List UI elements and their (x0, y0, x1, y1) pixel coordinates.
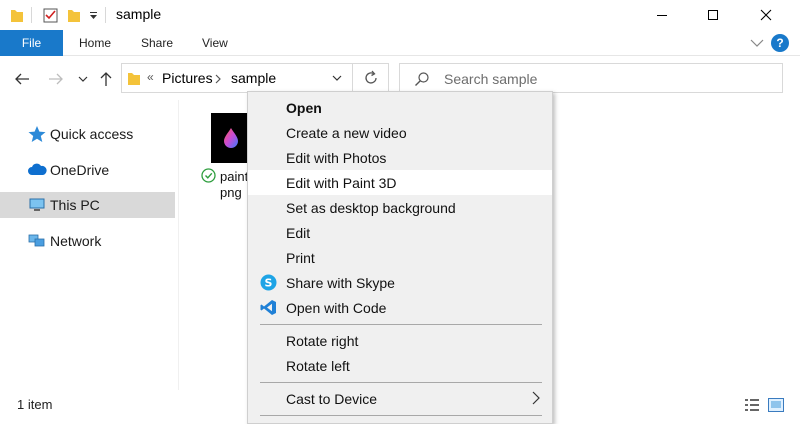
refresh-button[interactable] (353, 63, 389, 93)
arrow-right-icon (49, 73, 63, 85)
chevron-down-icon[interactable] (332, 75, 342, 83)
sync-status-icon (201, 168, 216, 183)
folder-icon (128, 73, 140, 85)
customize-toolbar-icon[interactable] (89, 6, 99, 24)
computer-icon (29, 198, 45, 211)
toolbar-divider (105, 7, 106, 23)
address-bar[interactable]: « Pictures sample (121, 63, 353, 93)
pane-divider (178, 100, 179, 390)
chevron-right-icon (215, 74, 221, 84)
breadcrumb-pictures[interactable]: Pictures (162, 70, 213, 86)
menu-item-create-video[interactable]: Create a new video (248, 120, 552, 145)
chevron-right-icon (532, 391, 540, 405)
menu-item-rotate-left[interactable]: Rotate left (248, 353, 552, 378)
details-view-icon[interactable] (743, 397, 761, 413)
tab-share[interactable]: Share (141, 30, 173, 56)
properties-icon[interactable] (43, 6, 59, 24)
file-name-line1[interactable]: paint (220, 168, 248, 186)
menu-separator (260, 415, 542, 416)
minimize-button[interactable] (639, 0, 685, 30)
chevron-down-icon (78, 76, 88, 82)
title-bar: sample (0, 0, 800, 30)
menu-item-open-code[interactable]: Open with Code (248, 295, 552, 320)
refresh-icon (364, 70, 377, 84)
arrow-left-icon (15, 73, 29, 85)
menu-item-print[interactable]: Print (248, 245, 552, 270)
search-placeholder: Search sample (444, 71, 538, 87)
tab-view[interactable]: View (202, 30, 228, 56)
network-icon (28, 234, 45, 247)
menu-item-edit-paint3d[interactable]: Edit with Paint 3D (248, 170, 552, 195)
large-icons-view-icon[interactable] (767, 397, 785, 413)
vscode-icon (260, 300, 276, 315)
menu-item-cast-device[interactable]: Cast to Device (248, 386, 552, 411)
menu-item-rotate-right[interactable]: Rotate right (248, 328, 552, 353)
maximize-icon (708, 10, 718, 20)
nav-item-onedrive[interactable]: OneDrive (0, 157, 175, 183)
navigation-pane: Quick access OneDrive This PC Network (0, 112, 178, 392)
context-menu: Open Create a new video Edit with Photos… (247, 91, 553, 424)
recent-locations-button[interactable] (71, 66, 95, 92)
minimize-icon (657, 15, 667, 16)
forward-button[interactable] (44, 66, 68, 92)
arrow-up-icon (100, 72, 112, 86)
window-title: sample (116, 6, 162, 22)
maximize-button[interactable] (690, 0, 736, 30)
file-thumbnail[interactable] (211, 113, 251, 163)
menu-item-edit[interactable]: Edit (248, 220, 552, 245)
paint-drop-icon (224, 128, 238, 148)
menu-separator (260, 382, 542, 383)
expand-ribbon-icon[interactable] (750, 38, 764, 48)
tab-file[interactable]: File (0, 30, 63, 56)
close-icon (760, 9, 772, 21)
breadcrumb-sample[interactable]: sample (231, 70, 276, 86)
close-button[interactable] (743, 0, 789, 30)
tab-home[interactable]: Home (79, 30, 111, 56)
address-overflow[interactable]: « (147, 70, 154, 84)
menu-item-share-skype[interactable]: S Share with Skype (248, 270, 552, 295)
status-item-count: 1 item (17, 397, 53, 412)
search-box[interactable]: Search sample (399, 63, 783, 93)
menu-item-set-background[interactable]: Set as desktop background (248, 195, 552, 220)
skype-icon: S (260, 274, 277, 291)
cloud-icon (28, 163, 47, 175)
nav-item-quick-access[interactable]: Quick access (0, 121, 175, 147)
nav-item-network[interactable]: Network (0, 228, 175, 254)
folder-icon[interactable] (10, 6, 24, 24)
star-icon (28, 126, 46, 142)
search-icon (415, 72, 429, 86)
menu-item-open[interactable]: Open (248, 95, 552, 120)
svg-text:S: S (265, 277, 273, 290)
back-button[interactable] (10, 66, 34, 92)
file-name-line2[interactable]: png (220, 185, 242, 200)
up-button[interactable] (94, 66, 118, 92)
menu-item-edit-photos[interactable]: Edit with Photos (248, 145, 552, 170)
help-button[interactable]: ? (771, 34, 789, 52)
menu-separator (260, 324, 542, 325)
new-folder-icon[interactable] (67, 6, 81, 24)
ribbon-tabs: File Home Share View ? (0, 30, 800, 56)
toolbar-divider (31, 7, 32, 23)
nav-item-this-pc[interactable]: This PC (0, 192, 175, 218)
